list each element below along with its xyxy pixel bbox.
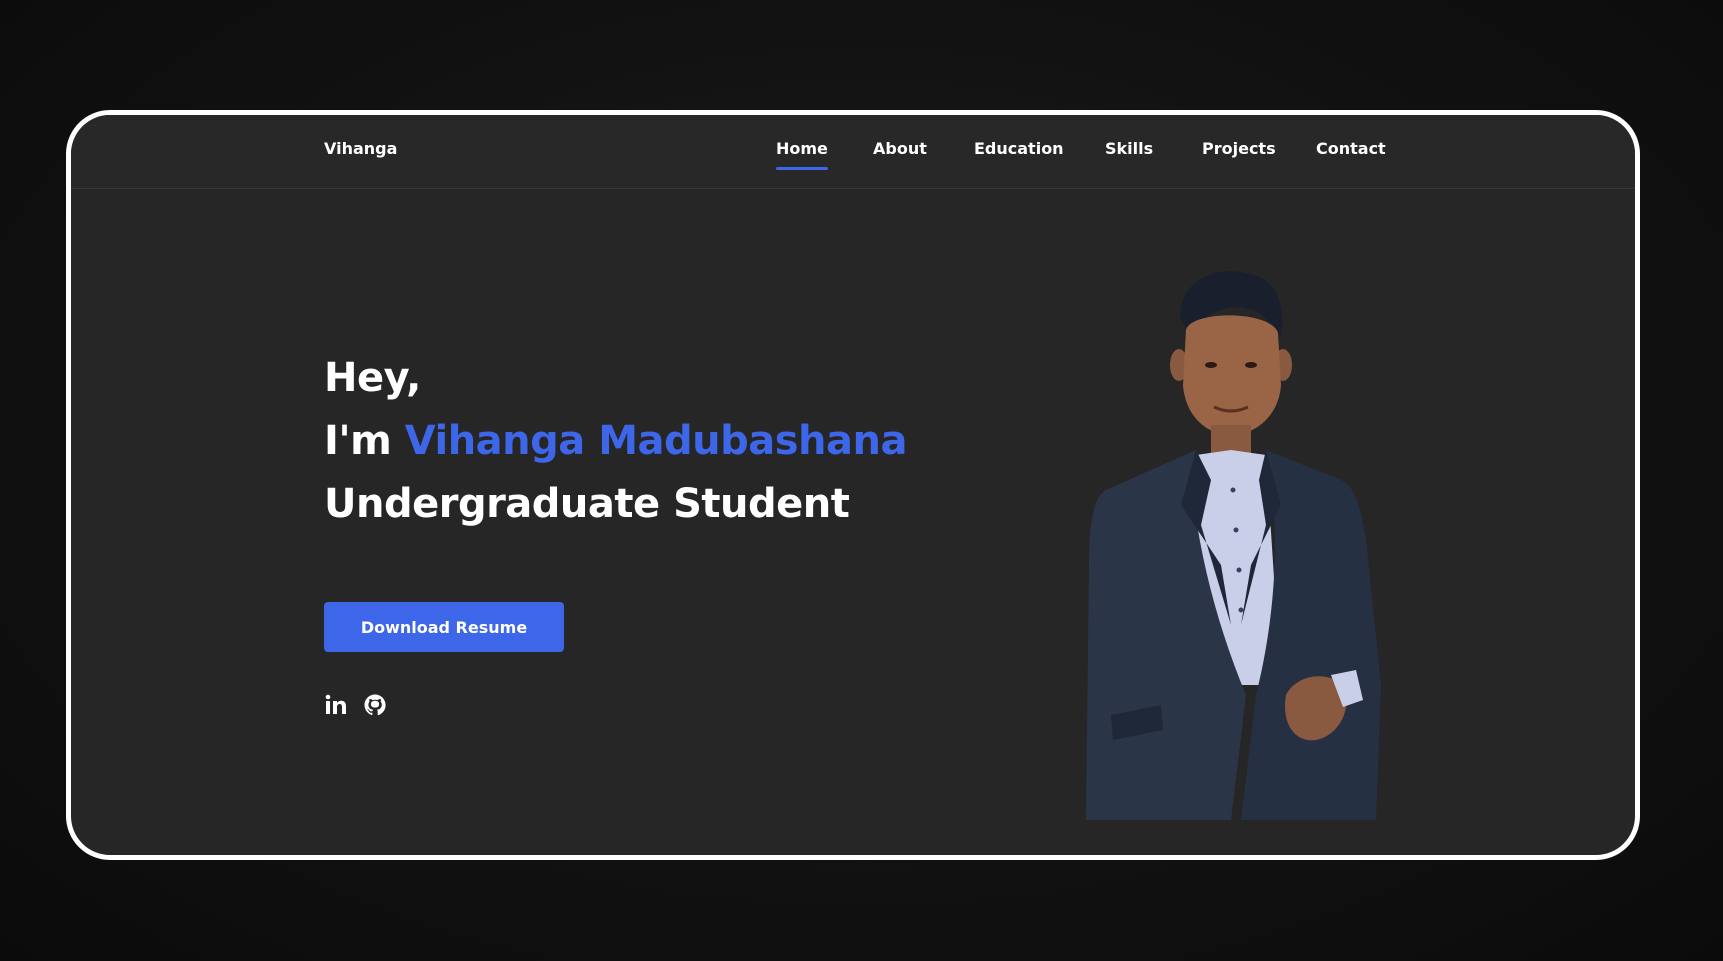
nav-item-home[interactable]: Home (776, 139, 828, 170)
nav-item-label: Education (974, 139, 1064, 158)
hero-role: Undergraduate Student (324, 481, 850, 527)
nav-item-skills[interactable]: Skills (1105, 139, 1153, 158)
nav-item-contact[interactable]: Contact (1316, 139, 1386, 158)
browser-frame: Vihanga Home About Education Skills Proj… (66, 110, 1640, 860)
profile-photo (1086, 271, 1381, 820)
nav-item-label: Home (776, 139, 828, 158)
navbar: Vihanga Home About Education Skills Proj… (71, 115, 1635, 189)
hero-intro-prefix: I'm (324, 418, 405, 464)
nav-item-label: Skills (1105, 139, 1154, 158)
hero-name: Vihanga Madubashana (404, 418, 908, 464)
hero-greeting: Hey, (324, 355, 421, 401)
brand-logo[interactable]: Vihanga (324, 139, 397, 158)
nav-item-label: Projects (1202, 139, 1276, 158)
github-icon[interactable] (363, 693, 387, 717)
hero-intro: I'm Vihanga Madubashana (324, 418, 907, 464)
active-indicator (776, 167, 828, 170)
nav-item-projects[interactable]: Projects (1202, 139, 1276, 158)
download-resume-button[interactable]: Download Resume (324, 602, 564, 652)
nav-item-label: Contact (1316, 139, 1386, 158)
nav-item-about[interactable]: About (873, 139, 927, 158)
nav-item-education[interactable]: Education (974, 139, 1064, 158)
nav-item-label: About (873, 139, 927, 158)
linkedin-icon[interactable] (324, 693, 348, 717)
